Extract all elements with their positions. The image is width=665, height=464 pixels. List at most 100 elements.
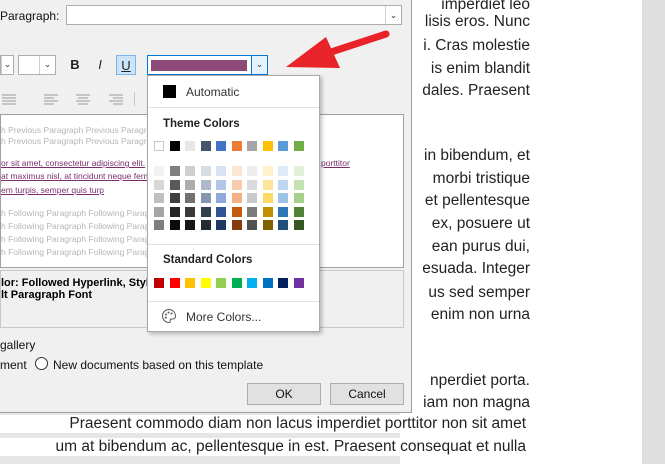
theme-shade-swatch[interactable] <box>216 166 226 176</box>
theme-color-swatch[interactable] <box>247 141 257 151</box>
theme-color-swatch[interactable] <box>231 141 242 151</box>
theme-shade-swatch[interactable] <box>231 179 242 190</box>
paragraph-label: Paragraph: <box>0 9 60 23</box>
more-colors-option[interactable]: More Colors... <box>186 310 261 324</box>
theme-shade-swatch[interactable] <box>154 206 164 217</box>
theme-shade-swatch[interactable] <box>231 206 242 217</box>
document-scrollbar[interactable] <box>642 0 665 464</box>
theme-shade-swatch[interactable] <box>185 166 195 176</box>
chevron-down-icon[interactable]: ⌄ <box>1 56 13 74</box>
theme-shade-swatch[interactable] <box>185 179 195 190</box>
theme-shade-swatch[interactable] <box>278 179 288 190</box>
theme-shade-swatch[interactable] <box>262 193 273 203</box>
theme-shade-swatch[interactable] <box>185 206 195 217</box>
new-documents-radio[interactable] <box>35 357 48 370</box>
theme-shade-swatch[interactable] <box>216 206 226 217</box>
standard-color-swatch[interactable] <box>154 278 164 288</box>
theme-shade-swatch[interactable] <box>231 166 242 176</box>
theme-shade-swatch[interactable] <box>278 166 288 176</box>
theme-shade-swatch[interactable] <box>293 166 304 176</box>
align-justify-icon[interactable] <box>0 92 18 106</box>
standard-color-swatch[interactable] <box>278 278 288 288</box>
theme-shade-swatch[interactable] <box>247 220 257 230</box>
chevron-down-icon[interactable]: ⌄ <box>251 56 267 74</box>
align-right-icon[interactable] <box>107 92 125 106</box>
theme-shade-swatch[interactable] <box>247 206 257 217</box>
theme-shade-swatch[interactable] <box>200 193 211 203</box>
theme-color-swatch[interactable] <box>278 141 288 151</box>
theme-shade-swatch[interactable] <box>262 206 273 217</box>
bold-button[interactable]: B <box>65 55 85 75</box>
standard-color-swatch[interactable] <box>200 278 211 288</box>
theme-shade-swatch[interactable] <box>262 166 273 176</box>
theme-shade-swatch[interactable] <box>293 220 304 230</box>
font-size-select[interactable]: ⌄ <box>18 55 56 75</box>
doc-line: ean purus dui, <box>431 238 530 255</box>
cancel-button[interactable]: Cancel <box>330 383 404 405</box>
theme-shade-swatch[interactable] <box>200 166 211 176</box>
theme-shade-swatch[interactable] <box>262 179 273 190</box>
automatic-color-option[interactable]: Automatic <box>186 85 239 99</box>
ok-button[interactable]: OK <box>247 383 321 405</box>
theme-color-swatch[interactable] <box>154 141 164 151</box>
chevron-down-icon[interactable]: ⌄ <box>39 56 55 74</box>
theme-shade-swatch[interactable] <box>247 193 257 203</box>
theme-shade-swatch[interactable] <box>247 166 257 176</box>
theme-shade-swatch[interactable] <box>200 206 211 217</box>
theme-colors-header: Theme Colors <box>163 118 240 130</box>
theme-shade-swatch[interactable] <box>216 193 226 203</box>
theme-shade-swatch[interactable] <box>231 193 242 203</box>
align-center-icon[interactable] <box>74 92 92 106</box>
theme-shade-swatch[interactable] <box>169 206 180 217</box>
theme-shade-swatch[interactable] <box>154 193 164 203</box>
italic-button[interactable]: I <box>90 55 110 75</box>
theme-shade-swatch[interactable] <box>154 179 164 190</box>
theme-shade-swatch[interactable] <box>247 179 257 190</box>
toolbar-divider <box>134 92 135 106</box>
theme-shade-swatch[interactable] <box>169 220 180 230</box>
standard-color-swatch[interactable] <box>216 278 226 288</box>
theme-shade-swatch[interactable] <box>216 220 226 230</box>
theme-shade-swatch[interactable] <box>262 220 273 230</box>
theme-shade-swatch[interactable] <box>231 220 242 230</box>
theme-shade-swatch[interactable] <box>185 220 195 230</box>
theme-color-swatch[interactable] <box>262 141 273 151</box>
theme-shade-swatch[interactable] <box>216 179 226 190</box>
font-color-select[interactable]: ⌄ <box>147 55 268 75</box>
theme-color-swatch[interactable] <box>293 141 304 151</box>
theme-shade-swatch[interactable] <box>169 179 180 190</box>
automatic-color-swatch[interactable] <box>163 85 176 98</box>
align-left-icon[interactable] <box>42 92 60 106</box>
theme-shade-swatch[interactable] <box>278 220 288 230</box>
standard-color-swatch[interactable] <box>185 278 195 288</box>
theme-shade-swatch[interactable] <box>278 206 288 217</box>
theme-shade-swatch[interactable] <box>200 220 211 230</box>
standard-color-swatch[interactable] <box>293 278 304 288</box>
theme-shade-swatch[interactable] <box>154 220 164 230</box>
theme-shade-swatch[interactable] <box>185 193 195 203</box>
theme-shade-swatch[interactable] <box>169 193 180 203</box>
standard-color-swatch[interactable] <box>169 278 180 288</box>
theme-shade-swatch[interactable] <box>278 193 288 203</box>
theme-shade-swatch[interactable] <box>293 193 304 203</box>
style-for-following-paragraph-select[interactable]: ⌄ <box>66 5 402 25</box>
theme-shade-swatch[interactable] <box>169 166 180 176</box>
preview-sample-line: or sit amet, consectetur adipiscing elit… <box>1 158 146 168</box>
theme-color-swatch[interactable] <box>169 141 180 151</box>
theme-shade-swatch[interactable] <box>154 166 164 176</box>
chevron-down-icon[interactable]: ⌄ <box>385 6 401 24</box>
theme-shade-swatch[interactable] <box>293 206 304 217</box>
standard-color-swatch[interactable] <box>247 278 257 288</box>
standard-color-swatch[interactable] <box>231 278 242 288</box>
preview-previous-line: h Previous Paragraph Previous Paragraph <box>1 125 161 135</box>
theme-color-swatch[interactable] <box>185 141 195 151</box>
standard-color-swatch[interactable] <box>262 278 273 288</box>
theme-color-swatch[interactable] <box>216 141 226 151</box>
font-select[interactable]: ⌄ <box>0 55 14 75</box>
theme-shade-swatch[interactable] <box>293 179 304 190</box>
theme-color-swatch[interactable] <box>200 141 211 151</box>
doc-line: i. Cras molestie <box>423 37 530 54</box>
underline-button[interactable]: U <box>116 55 136 75</box>
doc-line: us sed semper <box>428 284 530 301</box>
theme-shade-swatch[interactable] <box>200 179 211 190</box>
